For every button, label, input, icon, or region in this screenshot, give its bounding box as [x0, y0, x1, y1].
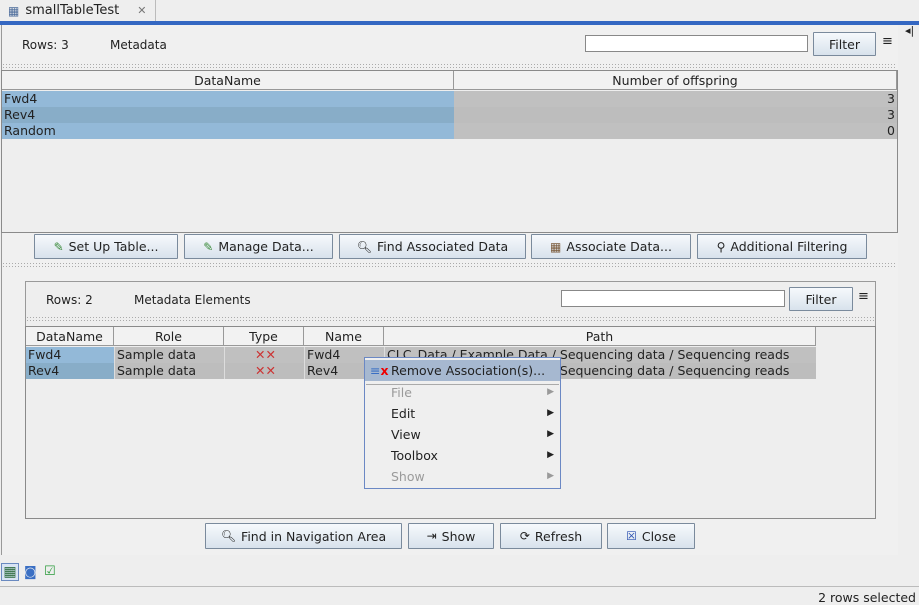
label: Remove Association(s)...: [391, 363, 546, 378]
label: Edit: [391, 406, 416, 421]
label: File: [391, 385, 412, 400]
menu-item-file: File ▶: [365, 382, 560, 403]
label: Associate Data...: [566, 239, 672, 254]
additional-filtering-button[interactable]: ⚲ Additional Filtering: [697, 234, 867, 259]
cell-dataname: Rev4: [2, 107, 454, 123]
cell-dataname: Rev4: [26, 363, 114, 379]
metadata-table: DataName Number of offspring Fwd4 3 Rev4…: [1, 70, 898, 233]
table-icon: ▦: [8, 3, 20, 18]
label: Show: [391, 469, 425, 484]
cell-offspring: 0: [454, 123, 897, 139]
top-table-menu-icon[interactable]: ≡: [882, 34, 893, 49]
folder-search-icon: 🔍︎: [220, 529, 237, 543]
table-view-icon[interactable]: ▦: [1, 563, 19, 581]
label: Find in Navigation Area: [241, 528, 387, 544]
context-menu: ≡x Remove Association(s)... File ▶ Edit ▶ …: [364, 357, 561, 489]
label: View: [391, 427, 421, 442]
close-button[interactable]: ☒ Close: [607, 523, 695, 549]
top-filter-input[interactable]: [585, 35, 808, 52]
column-header-path[interactable]: Path: [384, 327, 816, 346]
cell-type: ✕✕: [224, 347, 304, 363]
lower-rows-count: Rows: 2: [46, 293, 93, 307]
associate-table-icon: ▦: [550, 239, 562, 254]
show-button[interactable]: ⇥ Show: [408, 523, 494, 549]
history-view-icon[interactable]: ◙: [24, 565, 37, 580]
submenu-arrow-icon: ▶: [547, 408, 554, 418]
submenu-arrow-icon: ▶: [547, 471, 554, 481]
magnifier-icon: ⚲: [716, 239, 726, 254]
cell-role: Sample data: [114, 347, 224, 363]
submenu-arrow-icon: ▶: [547, 387, 554, 397]
cell-dataname: Random: [2, 123, 454, 139]
manage-data-button[interactable]: ✎ Manage Data...: [184, 234, 333, 259]
checked-document-icon[interactable]: ☑: [44, 564, 56, 579]
editor-tab[interactable]: ▦ smallTableTest ✕: [0, 0, 156, 21]
refresh-icon: ⟳: [519, 529, 530, 543]
menu-item-toolbox[interactable]: Toolbox ▶: [365, 445, 560, 466]
status-bar-divider: [0, 586, 919, 587]
label: Manage Data...: [218, 239, 314, 254]
cell-type: ✕✕: [224, 363, 304, 379]
sequence-reads-icon: ✕✕: [255, 347, 276, 362]
remove-association-icon: ≡x: [370, 363, 389, 378]
middle-separator: [2, 262, 897, 267]
folder-search-icon: 🔍︎: [356, 239, 373, 254]
show-icon: ⇥: [426, 529, 437, 543]
status-text: 2 rows selected: [818, 590, 916, 605]
column-header-type[interactable]: Type: [224, 327, 304, 346]
associate-data-button[interactable]: ▦ Associate Data...: [531, 234, 691, 259]
cell-dataname: Fwd4: [26, 347, 114, 363]
cell-offspring: 3: [454, 107, 897, 123]
top-rows-count: Rows: 3: [22, 38, 69, 52]
close-icon: ☒: [626, 529, 637, 543]
column-header-dataname[interactable]: DataName: [26, 327, 114, 346]
pencil-icon: ✎: [203, 239, 214, 254]
label: Additional Filtering: [730, 239, 848, 254]
lower-filter-input[interactable]: [561, 290, 785, 307]
top-separator: [2, 63, 897, 68]
label: Show: [441, 528, 476, 544]
menu-item-show: Show ▶: [365, 466, 560, 487]
filter-label: Filter: [805, 291, 837, 307]
cell-role: Sample data: [114, 363, 224, 379]
sequence-reads-icon: ✕✕: [255, 363, 276, 378]
pencil-icon: ✎: [53, 239, 64, 254]
top-filter-button[interactable]: Filter: [813, 32, 876, 56]
lower-table-menu-icon[interactable]: ≡: [858, 289, 869, 304]
lower-title: Metadata Elements: [134, 293, 251, 307]
column-header-name[interactable]: Name: [304, 327, 384, 346]
cell-offspring: 3: [454, 91, 897, 107]
column-header-dataname[interactable]: DataName: [2, 71, 454, 90]
top-title: Metadata: [110, 38, 167, 52]
set-up-table-button[interactable]: ✎ Set Up Table...: [34, 234, 178, 259]
lower-filter-button[interactable]: Filter: [789, 287, 853, 311]
column-header-role[interactable]: Role: [114, 327, 224, 346]
submenu-arrow-icon: ▶: [547, 450, 554, 460]
find-in-navigation-area-button[interactable]: 🔍︎ Find in Navigation Area: [205, 523, 402, 549]
find-associated-data-button[interactable]: 🔍︎ Find Associated Data: [339, 234, 526, 259]
label: Set Up Table...: [68, 239, 159, 254]
label: Close: [641, 528, 676, 544]
column-header-offspring[interactable]: Number of offspring: [454, 71, 897, 90]
label: Refresh: [534, 528, 583, 544]
menu-item-view[interactable]: View ▶: [365, 424, 560, 445]
refresh-button[interactable]: ⟳ Refresh: [500, 523, 602, 549]
collapse-side-panel-icon[interactable]: ◂|: [905, 24, 914, 37]
label: Toolbox: [391, 448, 438, 463]
label: Find Associated Data: [377, 239, 509, 254]
submenu-arrow-icon: ▶: [547, 429, 554, 439]
menu-item-remove-association[interactable]: ≡x Remove Association(s)...: [365, 360, 560, 381]
tab-title: smallTableTest: [25, 3, 120, 18]
lower-separator: [26, 316, 875, 321]
cell-dataname: Fwd4: [2, 91, 454, 107]
menu-item-edit[interactable]: Edit ▶: [365, 403, 560, 424]
tab-close-icon[interactable]: ✕: [137, 4, 146, 17]
filter-label: Filter: [829, 36, 860, 52]
